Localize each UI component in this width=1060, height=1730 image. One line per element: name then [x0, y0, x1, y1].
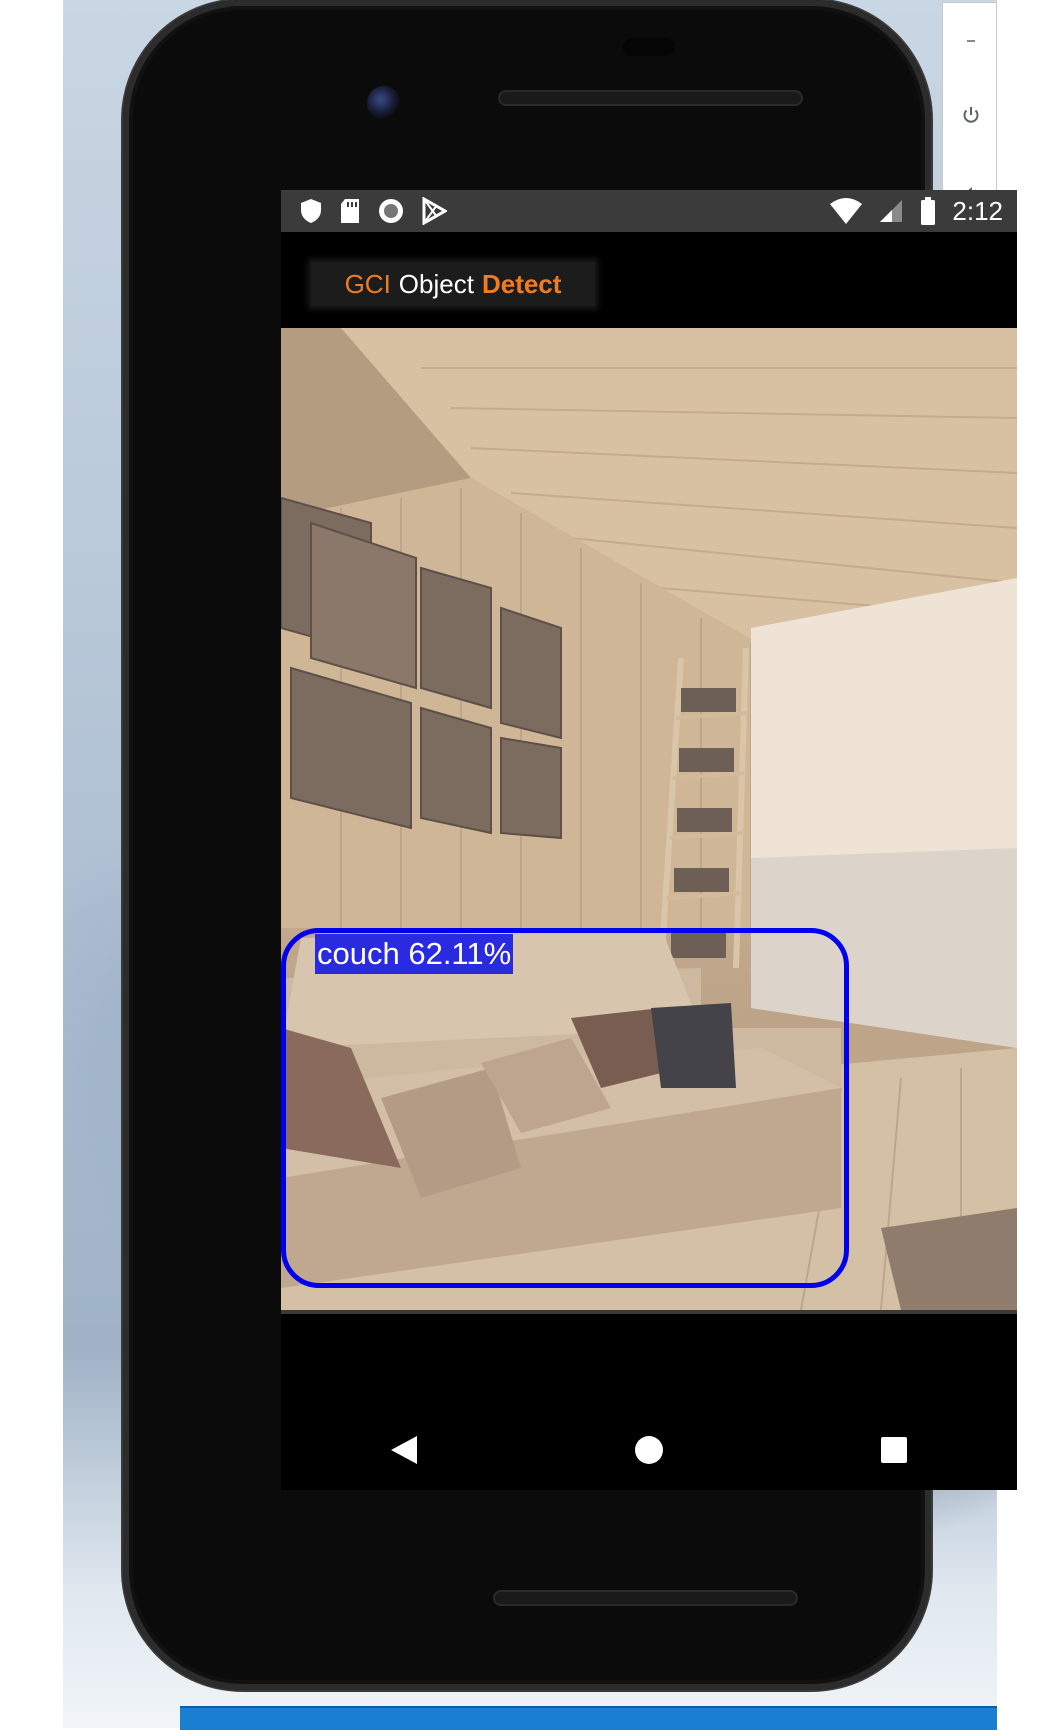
top-speaker-grille: [498, 90, 803, 106]
status-bar: 2:12: [281, 190, 1017, 232]
sd-card-icon: [341, 199, 359, 223]
app-title-detect: Detect: [481, 268, 562, 299]
preview-divider: [281, 1310, 1017, 1314]
app-title-banner: GCI Object Detect: [311, 262, 595, 306]
detection-bounding-box: [281, 928, 849, 1288]
front-camera: [367, 86, 401, 120]
camera-preview-image: couch 62.11%: [281, 328, 1017, 1310]
cell-signal-icon: [880, 200, 903, 222]
play-store-icon: [422, 197, 447, 225]
record-icon: [379, 199, 403, 223]
back-icon: [390, 1436, 417, 1464]
wifi-icon: [830, 198, 863, 224]
taskbar: [180, 1706, 997, 1730]
app-title-object: Object: [398, 268, 474, 299]
nav-home-button[interactable]: [619, 1420, 679, 1480]
detection-label: couch 62.11%: [315, 934, 514, 974]
power-icon[interactable]: [943, 93, 998, 137]
battery-icon: [921, 197, 936, 225]
android-nav-bar: [281, 1410, 1017, 1490]
status-time: 2:12: [952, 195, 1003, 226]
phone-screen: 2:12 GCI Object Detect couch 62.11%: [281, 190, 1017, 1490]
nav-recents-button[interactable]: [864, 1420, 924, 1480]
phone-frame: 2:12 GCI Object Detect couch 62.11%: [123, 0, 1017, 1690]
app-title-gci: GCI: [344, 268, 391, 299]
home-icon: [634, 1436, 663, 1464]
minimize-icon[interactable]: [943, 19, 998, 63]
bottom-speaker-grille: [493, 1590, 798, 1606]
nav-back-button[interactable]: [374, 1420, 434, 1480]
shield-icon: [301, 199, 321, 223]
earpiece: [623, 38, 675, 56]
recents-icon: [881, 1437, 908, 1463]
